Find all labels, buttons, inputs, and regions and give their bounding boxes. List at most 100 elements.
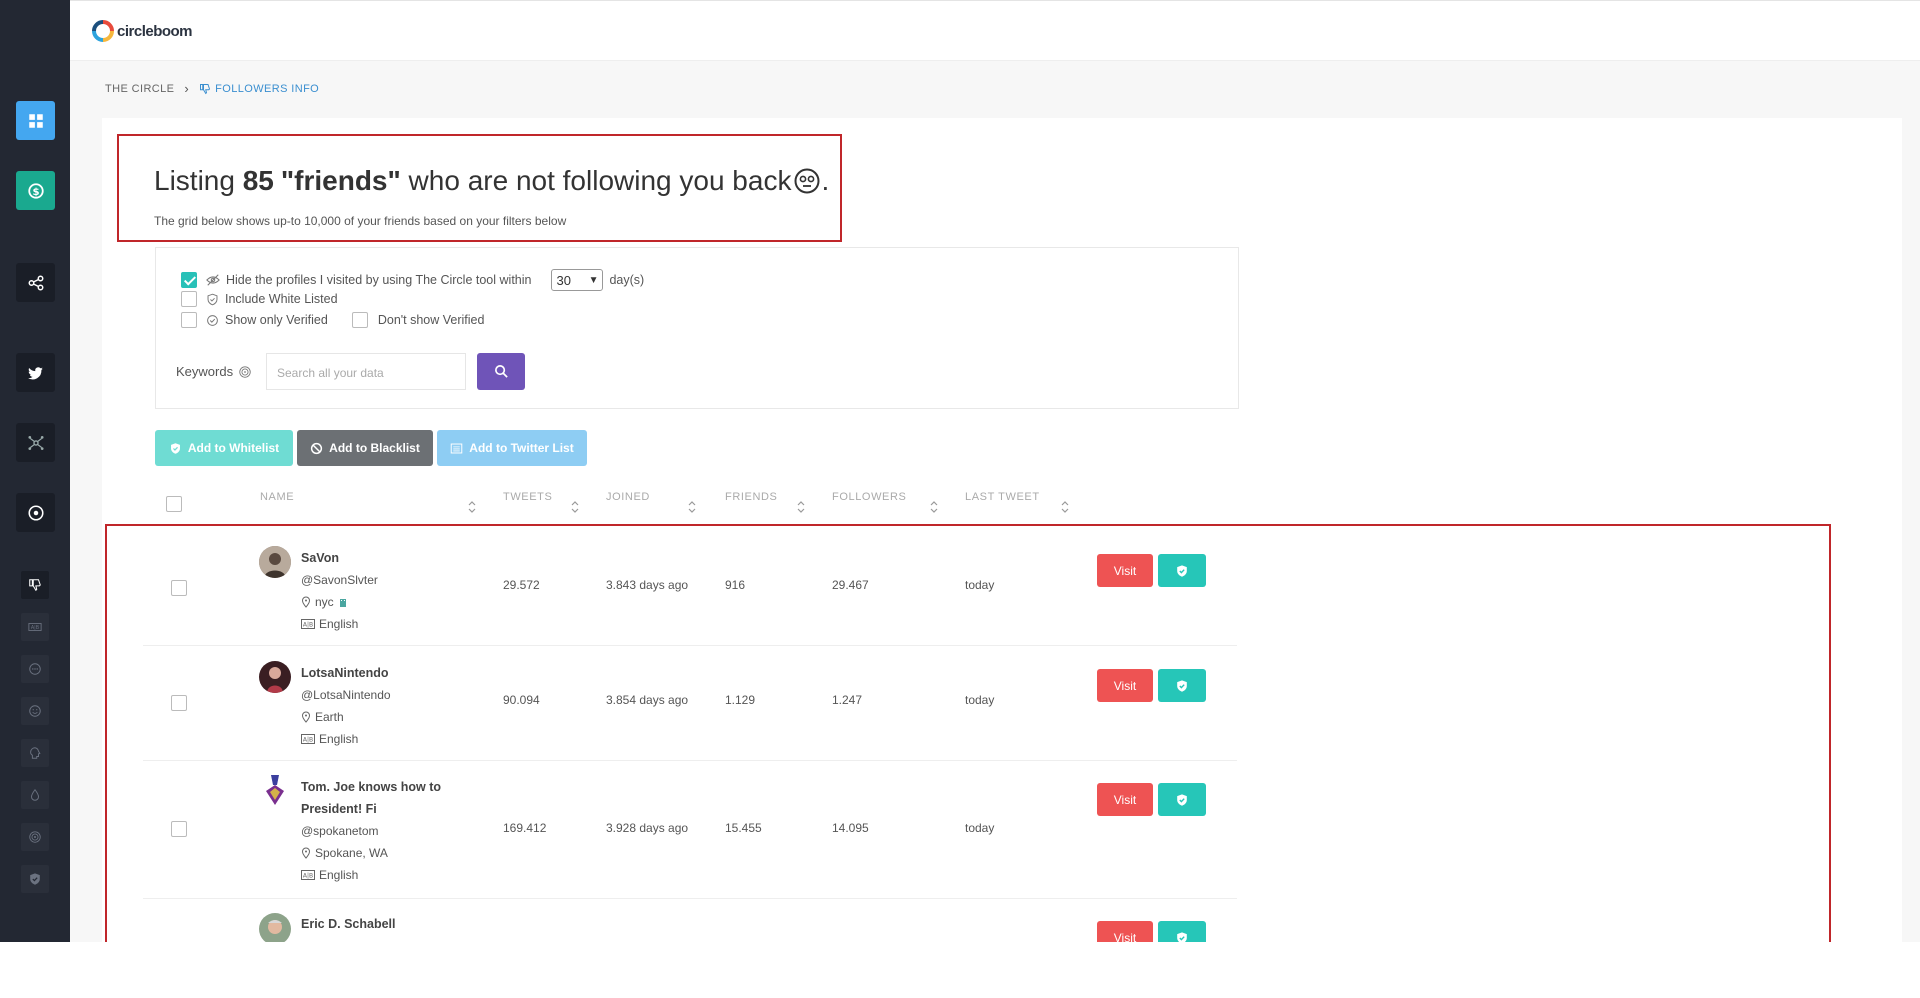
title-end: . [821, 165, 829, 197]
shield-check-icon [1175, 564, 1189, 578]
days-select[interactable]: 30▼ [551, 269, 603, 291]
visit-button-label: Visit [1114, 793, 1136, 807]
add-to-whitelist-button[interactable]: Add to Whitelist [155, 430, 293, 466]
column-header-friends[interactable]: FRIENDS [725, 491, 777, 503]
tweets-count: 29.572 [503, 578, 540, 592]
sidebar: $ A|B [0, 0, 70, 942]
row-checkbox[interactable] [171, 580, 187, 596]
spiral-icon[interactable] [21, 823, 49, 851]
row-checkbox[interactable] [171, 695, 187, 711]
avatar[interactable] [259, 546, 291, 578]
column-header-last-tweet[interactable]: LAST TWEET [965, 491, 1040, 503]
smiley-icon[interactable] [21, 697, 49, 725]
chat-bubble-icon[interactable] [21, 655, 49, 683]
user-location: Spokane, WA [301, 846, 388, 860]
add-to-blacklist-button[interactable]: Add to Blacklist [297, 430, 433, 466]
brain-icon[interactable] [21, 739, 49, 767]
user-location: Earth [301, 710, 344, 724]
verified-row: Show only Verified Don't show Verified [181, 312, 484, 328]
whitelist-shield-button[interactable] [1158, 669, 1206, 702]
building-emoji-icon [338, 597, 348, 607]
table-row: LotsaNintendo @LotsaNintendo Earth A|B E… [143, 646, 1237, 761]
dashboard-icon[interactable] [16, 101, 55, 140]
sort-icon[interactable] [796, 500, 806, 514]
avatar[interactable] [259, 913, 291, 942]
avatar[interactable] [259, 775, 291, 807]
language-icon: A|B [301, 734, 315, 744]
select-all-checkbox[interactable] [166, 496, 182, 512]
user-language: A|B English [301, 732, 358, 746]
network-icon[interactable] [16, 423, 55, 462]
unamused-face-icon [793, 167, 821, 195]
share-icon[interactable] [16, 263, 55, 302]
last-tweet-value: today [965, 693, 994, 707]
thumbs-down-icon[interactable] [21, 571, 49, 599]
sort-icon[interactable] [1060, 500, 1070, 514]
visit-button-label: Visit [1114, 564, 1136, 578]
whitelist-shield-button[interactable] [1158, 921, 1206, 942]
visit-button-label: Visit [1114, 931, 1136, 943]
sort-icon[interactable] [929, 500, 939, 514]
pricing-icon[interactable]: $ [16, 171, 55, 210]
shield-check-icon [1175, 931, 1189, 943]
user-name[interactable]: Tom. Joe knows how to [301, 780, 441, 794]
visit-button[interactable]: Visit [1097, 783, 1153, 816]
visit-button-label: Visit [1114, 679, 1136, 693]
keywords-label-group: Keywords [176, 364, 252, 379]
search-input[interactable]: Search all your data [266, 353, 466, 390]
add-to-twitter-list-button[interactable]: Add to Twitter List [437, 430, 587, 466]
sort-icon[interactable] [570, 500, 580, 514]
show-only-verified-label: Show only Verified [225, 313, 328, 327]
keywords-label: Keywords [176, 364, 233, 379]
friends-count: 1.129 [725, 693, 755, 707]
circleboom-logo[interactable]: circleboom [92, 20, 192, 42]
column-header-joined[interactable]: JOINED [606, 491, 650, 503]
sort-icon[interactable] [687, 500, 697, 514]
avatar[interactable] [259, 661, 291, 693]
include-white-row: Include White Listed [181, 291, 338, 307]
filters-panel: Hide the profiles I visited by using The… [155, 247, 1239, 409]
column-header-tweets[interactable]: TWEETS [503, 491, 552, 503]
table-row: SaVon @SavonSlvter nyc A|B English 29.57… [143, 530, 1237, 646]
translate-icon[interactable]: A|B [21, 613, 49, 641]
visit-button[interactable]: Visit [1097, 669, 1153, 702]
visit-button[interactable]: Visit [1097, 921, 1153, 942]
twitter-icon[interactable] [16, 353, 55, 392]
location-pin-icon [301, 711, 311, 723]
user-name[interactable]: SaVon [301, 551, 339, 565]
whitelist-shield-button[interactable] [1158, 783, 1206, 816]
whitelist-shield-button[interactable] [1158, 554, 1206, 587]
shield-icon [169, 442, 182, 455]
table-row: Tom. Joe knows how to President! Fi @spo… [143, 761, 1237, 899]
chevron-down-icon: ▼ [589, 275, 599, 286]
list-icon [450, 442, 463, 455]
column-header-followers[interactable]: FOLLOWERS [832, 491, 906, 503]
page-subtitle: The grid below shows up-to 10,000 of you… [154, 214, 566, 228]
search-button[interactable] [477, 353, 525, 390]
user-language: A|B English [301, 868, 358, 882]
breadcrumb-current: FOLLOWERS INFO [199, 83, 319, 95]
title-quoted: "friends" [281, 165, 401, 197]
breadcrumb-the-circle[interactable]: THE CIRCLE [105, 83, 174, 95]
row-checkbox[interactable] [171, 821, 187, 837]
show-only-verified-checkbox[interactable] [181, 312, 197, 328]
add-to-whitelist-label: Add to Whitelist [188, 441, 279, 455]
user-language-text: English [319, 868, 358, 882]
sort-icon[interactable] [467, 500, 477, 514]
language-icon: A|B [301, 870, 315, 880]
user-name-line2: President! Fi [301, 802, 377, 816]
user-name[interactable]: Eric D. Schabell [301, 917, 395, 931]
drop-icon[interactable] [21, 781, 49, 809]
user-name[interactable]: LotsaNintendo [301, 666, 389, 680]
visit-button[interactable]: Visit [1097, 554, 1153, 587]
include-white-listed-checkbox[interactable] [181, 291, 197, 307]
shield-icon[interactable] [21, 865, 49, 893]
title-prefix: Listing [154, 165, 243, 197]
dont-show-verified-checkbox[interactable] [352, 312, 368, 328]
user-language: A|B English [301, 617, 358, 631]
column-header-name[interactable]: NAME [260, 491, 294, 503]
target-icon[interactable] [16, 493, 55, 532]
hide-visited-checkbox[interactable] [181, 272, 197, 288]
eye-off-icon [206, 273, 220, 287]
user-handle: @LotsaNintendo [301, 688, 391, 702]
